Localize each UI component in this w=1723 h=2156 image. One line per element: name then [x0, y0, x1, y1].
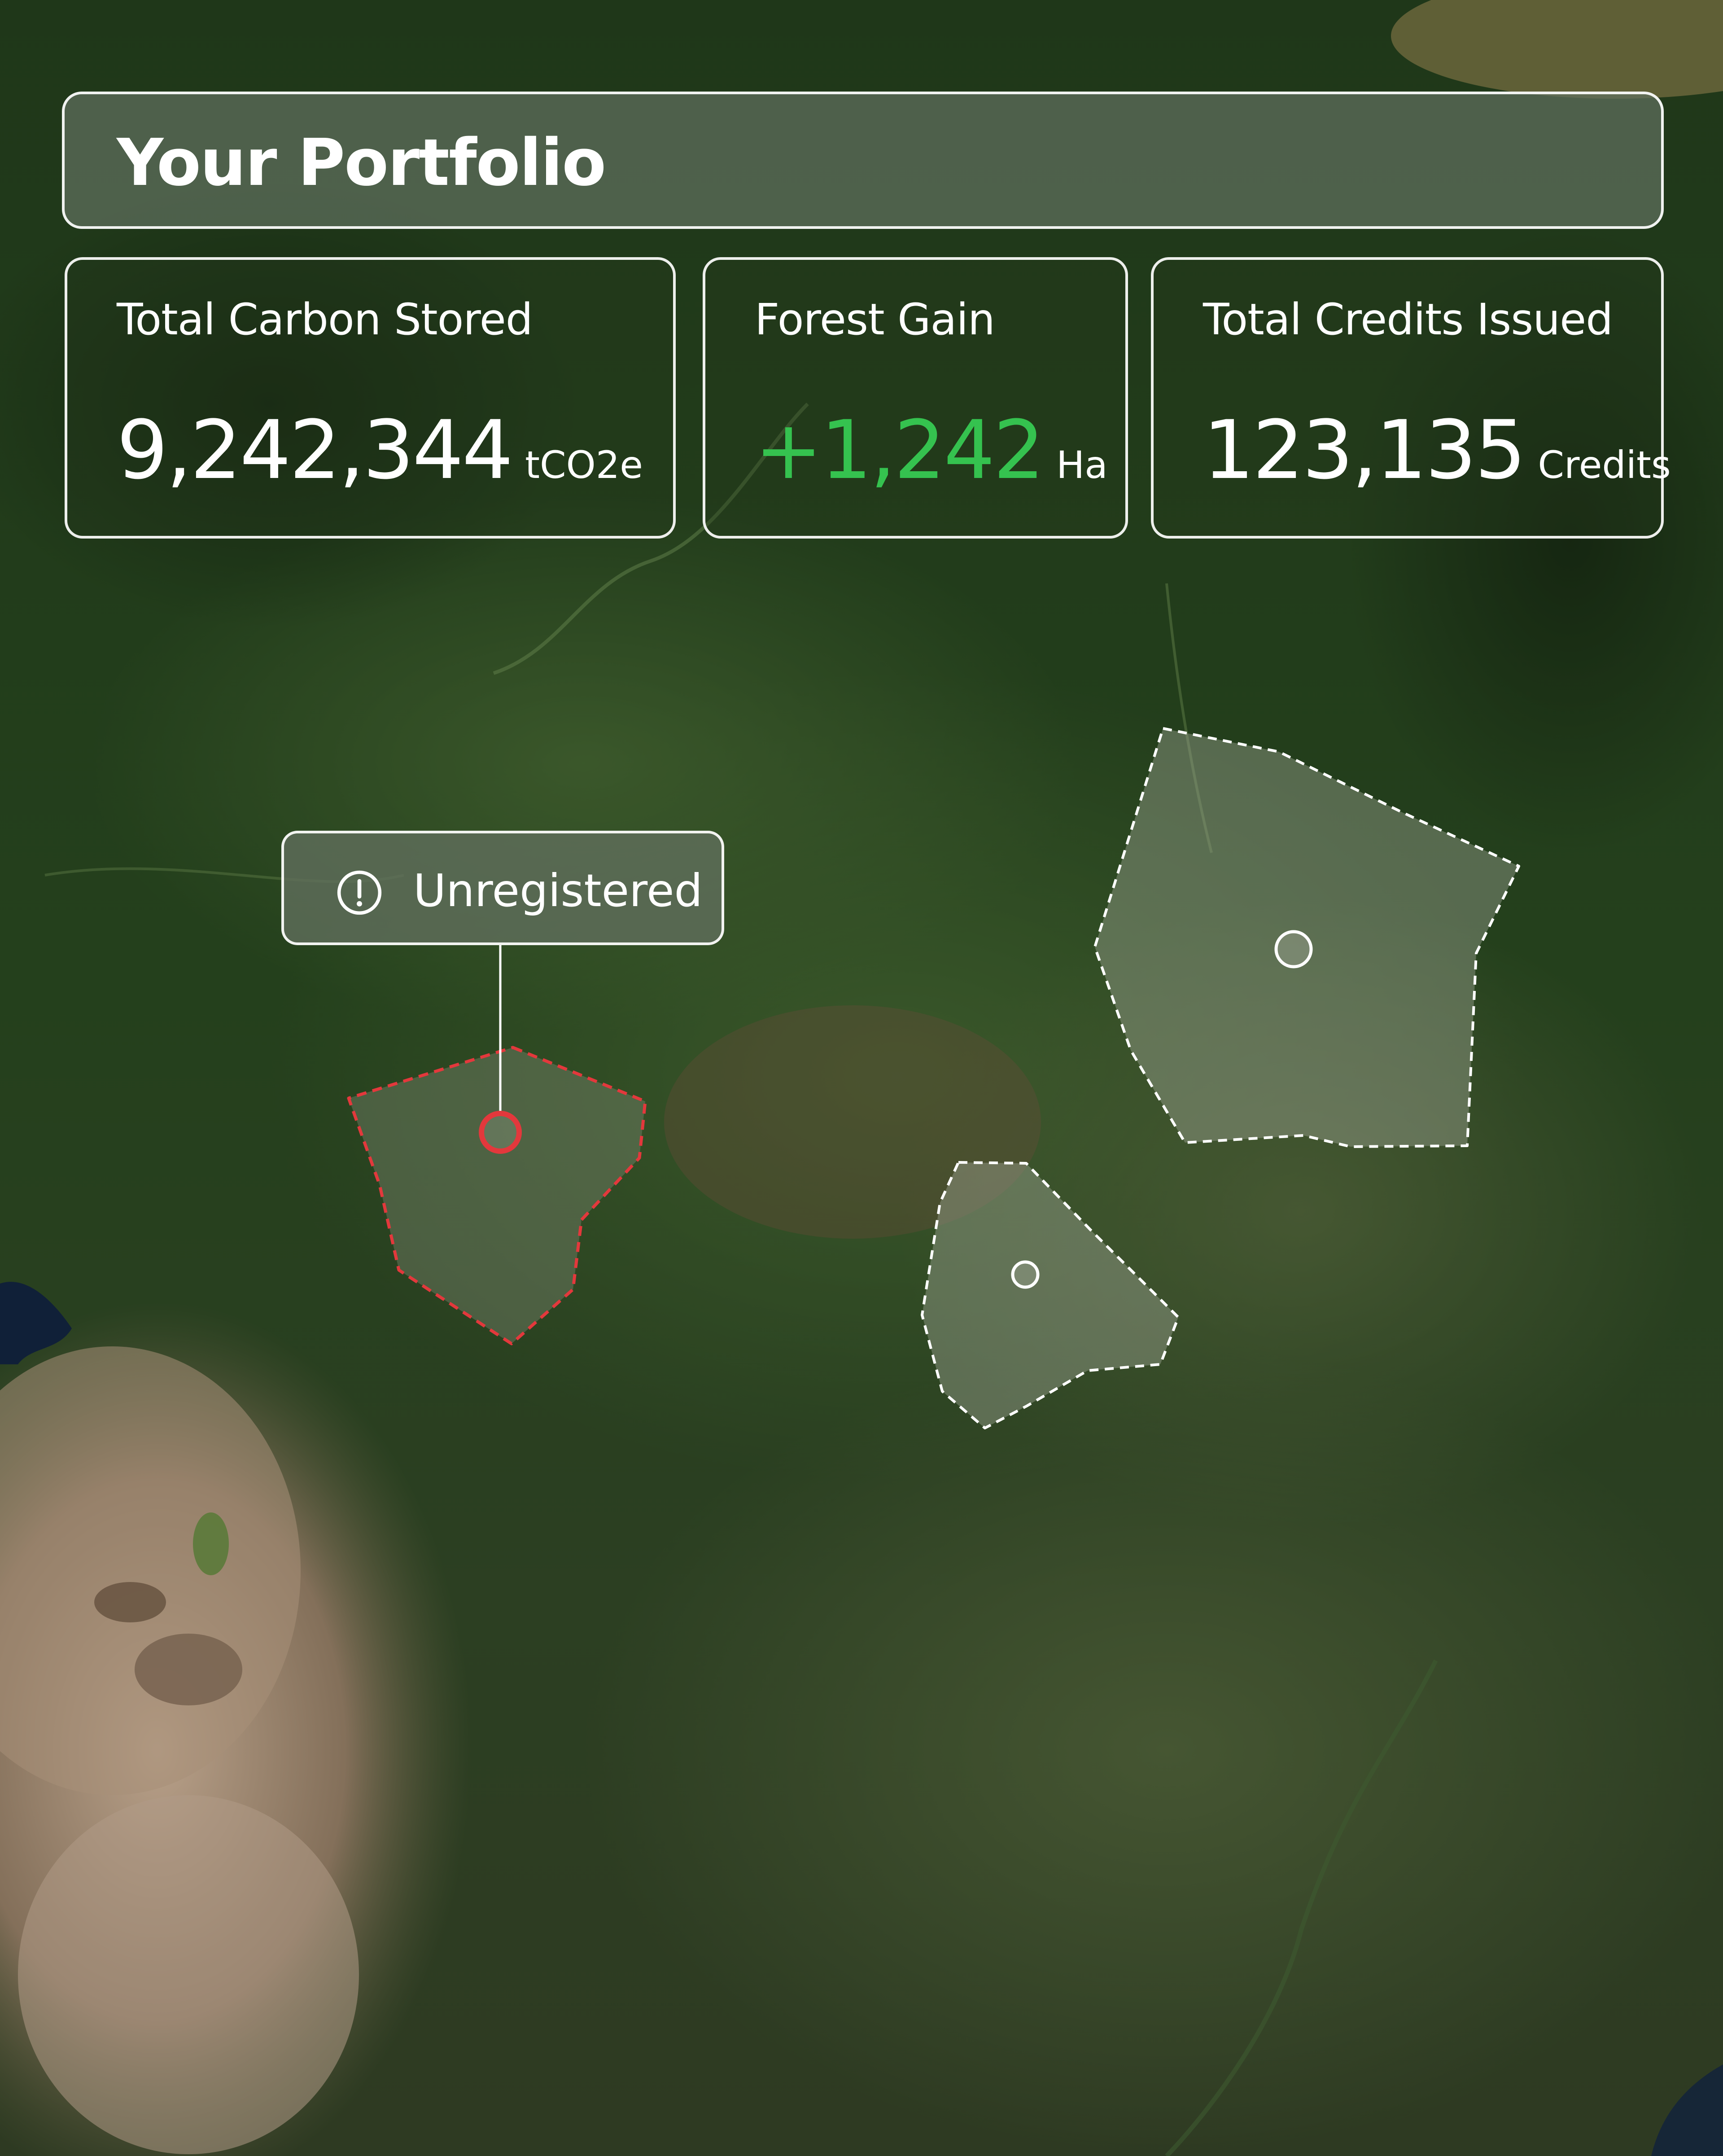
map-dashboard: Your Portfolio Total Carbon Stored 9,242…	[0, 0, 1723, 2156]
stat-label: Total Credits Issued	[1203, 294, 1613, 345]
alert-circle-icon	[337, 870, 382, 915]
stat-card-total-carbon-stored[interactable]: Total Carbon Stored 9,242,344 tCO2e	[65, 257, 676, 539]
stat-unit: tCO2e	[525, 443, 643, 487]
stat-card-total-credits-issued[interactable]: Total Credits Issued 123,135 Credits	[1151, 257, 1671, 539]
stat-value: 9,242,344	[117, 403, 513, 497]
stat-value-row: 123,135 Credits	[1203, 408, 1671, 508]
stat-value-row: +1,242 Ha	[755, 408, 1108, 508]
registered-area-small[interactable]	[921, 1161, 1180, 1429]
page-title: Your Portfolio	[117, 125, 606, 200]
stat-value-row: 9,242,344 tCO2e	[117, 408, 643, 508]
registered-marker-large[interactable]	[1274, 930, 1313, 968]
stat-label: Total Carbon Stored	[117, 294, 533, 345]
stat-value: 123,135	[1203, 403, 1526, 497]
stat-card-forest-gain[interactable]: Forest Gain +1,242 Ha	[703, 257, 1128, 539]
unregistered-marker[interactable]	[479, 1111, 522, 1154]
registered-marker-small[interactable]	[1011, 1260, 1040, 1289]
stat-value: +1,242	[755, 403, 1045, 497]
tooltip-label: Unregistered	[413, 864, 703, 917]
stat-unit: Credits	[1538, 443, 1671, 487]
unregistered-tooltip[interactable]: Unregistered	[281, 831, 724, 945]
stat-label: Forest Gain	[755, 294, 995, 345]
unregistered-area[interactable]	[347, 1046, 647, 1345]
stat-unit: Ha	[1056, 443, 1108, 487]
portfolio-header-panel: Your Portfolio	[62, 92, 1664, 229]
